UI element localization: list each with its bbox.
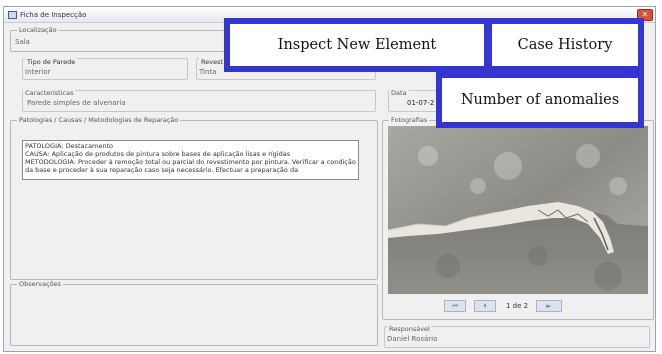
caracteristicas-group: Características Parede simples de alvena… — [22, 89, 376, 112]
window-title: Ficha de Inspecção — [20, 11, 87, 19]
number-of-anomalies-button[interactable]: Number of anomalies — [436, 72, 644, 128]
revestimento-value: Tinta — [199, 68, 217, 76]
photo-count: 1 de 2 — [506, 302, 529, 310]
revestimento-label: Revest — [199, 58, 226, 66]
tipo-parede-label: Tipo de Parede — [25, 58, 78, 66]
observacoes-label: Observações — [17, 280, 64, 288]
localizacao-label: Localização — [17, 26, 59, 34]
inspect-new-element-button[interactable]: Inspect New Element — [224, 18, 490, 72]
peeling-paint-image — [388, 126, 648, 294]
caracteristicas-label: Características — [23, 89, 76, 97]
responsavel-value: Daniel Rosário — [387, 335, 438, 343]
next-photo-button[interactable]: ► — [536, 300, 562, 312]
data-label: Data — [389, 89, 409, 97]
prev-photo-button[interactable]: ⏴ — [474, 300, 496, 312]
case-history-button[interactable]: Case History — [486, 18, 644, 72]
responsavel-group: Responsável Daniel Rosário — [384, 325, 650, 348]
patologias-textarea[interactable]: PATOLOGIA: Destacamento CAUSA: Aplicação… — [22, 140, 359, 180]
observacoes-group: Observações — [10, 280, 378, 346]
wall-photo — [388, 126, 648, 294]
app-icon — [8, 11, 17, 19]
data-value: 01-07-2 — [407, 99, 435, 107]
fotografias-label: Fotografias — [389, 116, 430, 124]
caracteristicas-value: Parede simples de alvenaria — [27, 99, 126, 107]
responsavel-label: Responsável — [387, 325, 432, 333]
tipo-parede-value: Interior — [25, 68, 51, 76]
first-photo-button[interactable]: ⏮ — [444, 300, 466, 312]
tipo-parede-group: Tipo de Parede Interior — [22, 58, 188, 80]
patologias-label: Patologias / Causas / Metodologias de Re… — [17, 116, 181, 124]
localizacao-value: Sala — [15, 38, 30, 46]
